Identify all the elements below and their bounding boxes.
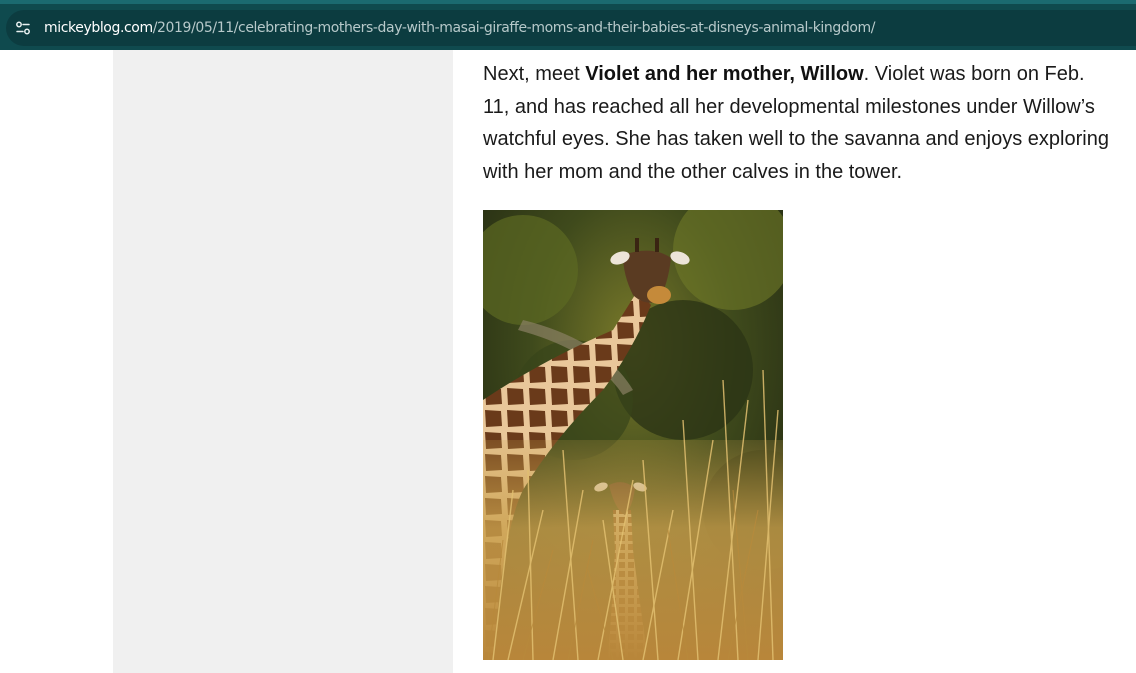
giraffe-illustration bbox=[483, 210, 783, 660]
url-domain: mickeyblog.com bbox=[44, 20, 153, 36]
article-paragraph: Next, meet Violet and her mother, Willow… bbox=[483, 58, 1113, 188]
address-bar[interactable]: mickeyblog.com/2019/05/11/celebrating-mo… bbox=[6, 10, 1136, 46]
paragraph-intro: Next, meet bbox=[483, 63, 586, 85]
tune-icon[interactable] bbox=[10, 15, 36, 41]
article-body: Next, meet Violet and her mother, Willow… bbox=[483, 58, 1113, 188]
browser-toolbar: mickeyblog.com/2019/05/11/celebrating-mo… bbox=[0, 0, 1136, 50]
url-text[interactable]: mickeyblog.com/2019/05/11/celebrating-mo… bbox=[44, 20, 875, 36]
url-path: /2019/05/11/celebrating-mothers-day-with… bbox=[152, 20, 876, 36]
paragraph-bold-names: Violet and her mother, Willow bbox=[585, 63, 864, 85]
giraffe-photo bbox=[483, 210, 783, 660]
sidebar-column bbox=[113, 50, 453, 673]
